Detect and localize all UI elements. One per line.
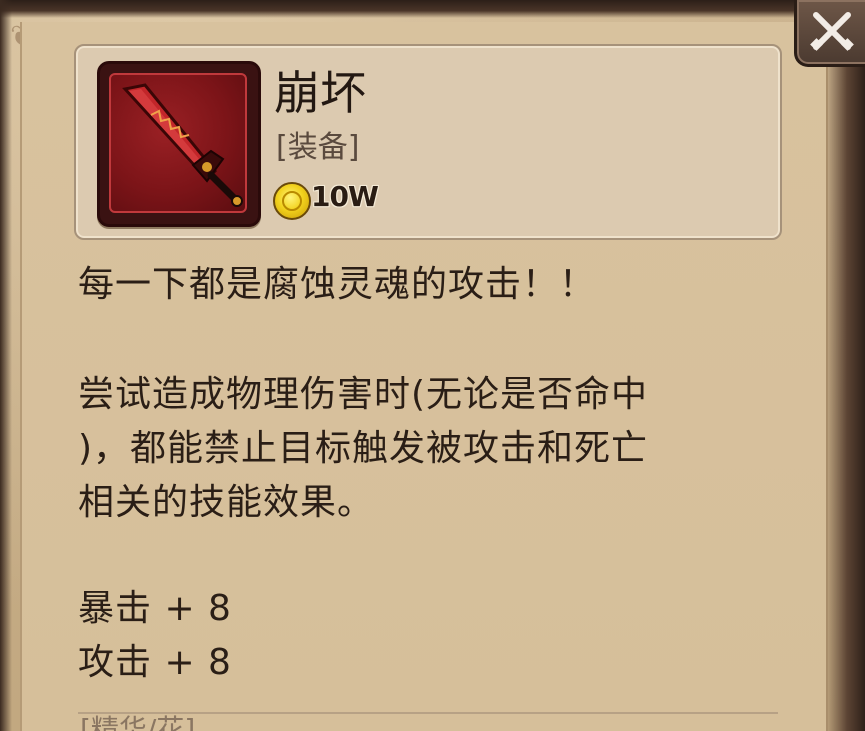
item-price: 10W (311, 180, 379, 213)
description-line: 相关的技能效果。 (78, 482, 375, 523)
description-line: 每一下都是腐蚀灵魂的攻击！！ (78, 264, 597, 305)
frame-right-edge (825, 0, 865, 731)
sword-icon (109, 73, 247, 213)
sword-icon-graphic (122, 83, 243, 207)
item-tooltip: ❦ ❧ 崩坏 [装备] 10W 每一下都是腐蚀灵魂的攻击！！ 尝试造成物理伤害时… (0, 0, 865, 731)
frame-top-edge (0, 0, 865, 18)
stat-attack: 攻击 + 8 (78, 642, 232, 683)
footer-section-label: [精华/花] (80, 713, 196, 731)
item-name: 崩坏 (274, 66, 366, 120)
close-button[interactable] (794, 0, 865, 67)
close-swords-icon (810, 12, 854, 51)
gold-coin-icon (273, 182, 311, 220)
description-line: )，都能禁止目标触发被攻击和死亡 (78, 428, 649, 469)
item-type-label: [装备] (276, 130, 360, 165)
item-icon-frame[interactable] (97, 61, 261, 227)
description-line: 尝试造成物理伤害时(无论是否命中 (78, 374, 649, 415)
stat-crit: 暴击 + 8 (78, 588, 232, 629)
frame-left-edge (0, 0, 12, 731)
